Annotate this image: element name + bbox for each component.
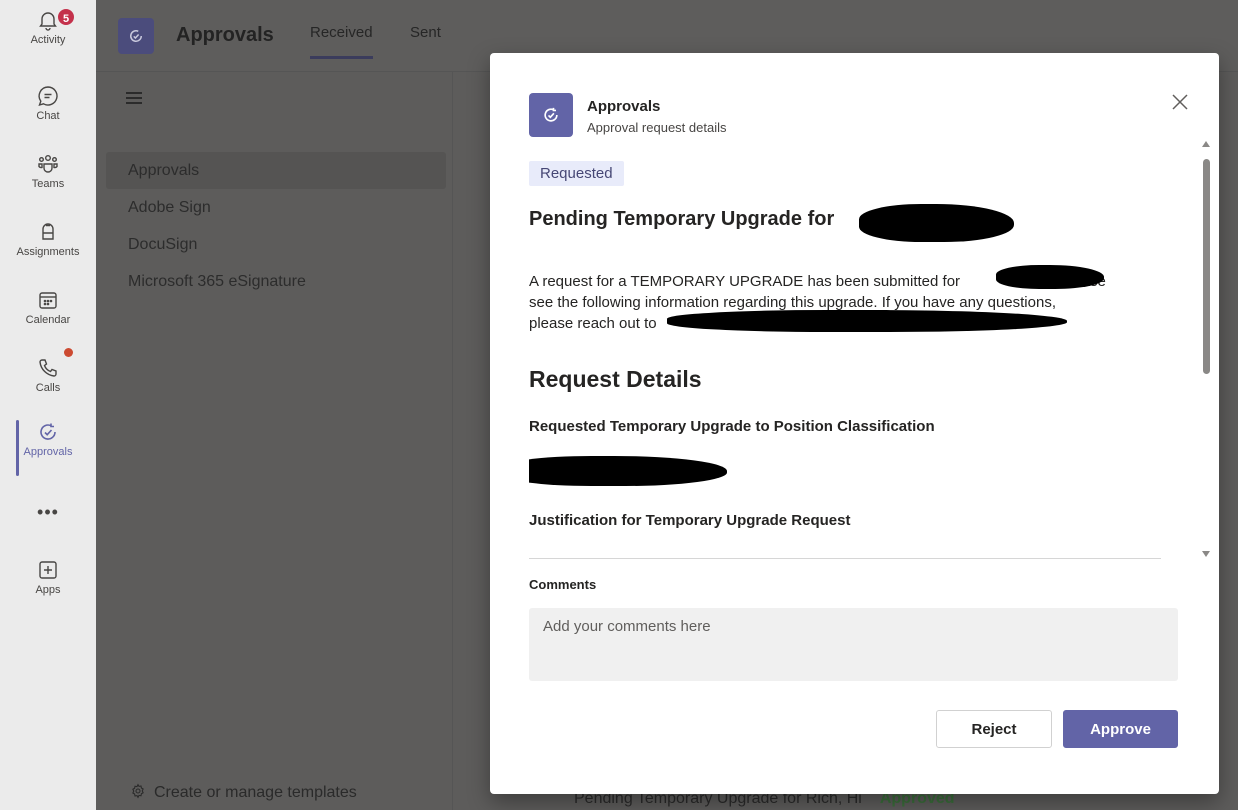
- phone-icon: [39, 359, 57, 377]
- assignments-icon: [42, 223, 54, 240]
- tab-sent[interactable]: Sent: [410, 24, 441, 41]
- sidebar-item-approvals[interactable]: Approvals: [106, 152, 446, 189]
- redaction-mark: [529, 456, 727, 486]
- apps-icon: [39, 561, 57, 579]
- rail-label: Approvals: [23, 446, 73, 458]
- calls-status-dot: [64, 348, 73, 357]
- rail-item-apps[interactable]: Apps: [0, 558, 96, 620]
- chat-icon: [38, 86, 58, 107]
- manage-templates-label: Create or manage templates: [154, 784, 357, 801]
- rail-item-teams[interactable]: Teams: [0, 152, 96, 214]
- approvals-app-logo: [529, 93, 573, 137]
- scroll-down-icon[interactable]: [1202, 551, 1210, 557]
- teams-icon: [38, 155, 58, 173]
- reject-button[interactable]: Reject: [936, 710, 1052, 748]
- comments-input[interactable]: [529, 608, 1178, 681]
- rail-label: Activity: [30, 34, 66, 46]
- sidebar-item-adobe-sign[interactable]: Adobe Sign: [106, 189, 446, 226]
- dialog-title: Approvals: [587, 98, 661, 115]
- rail-label: Chat: [36, 110, 60, 122]
- position-classification-label: Requested Temporary Upgrade to Position …: [529, 418, 935, 435]
- details-heading: Request Details: [529, 366, 702, 392]
- approvals-logo-icon: [130, 30, 143, 42]
- tab-received[interactable]: Received: [310, 24, 373, 59]
- rail-label: Assignments: [16, 246, 80, 258]
- status-badge: Requested: [529, 161, 624, 186]
- redaction-mark: [996, 265, 1104, 289]
- notification-badge: 5: [56, 7, 76, 27]
- divider: [529, 558, 1161, 559]
- approvals-icon: [40, 423, 56, 440]
- close-icon[interactable]: [1169, 91, 1191, 113]
- app-logo: [118, 18, 154, 54]
- rail-item-activity[interactable]: Activity: [0, 8, 96, 70]
- redaction-mark: [667, 310, 1067, 332]
- approval-details-dialog: Approvals Approval request details Reque…: [490, 53, 1219, 794]
- rail-item-approvals[interactable]: Approvals: [0, 420, 96, 482]
- comments-label: Comments: [529, 577, 597, 592]
- sidebar-item-m365-esignature[interactable]: Microsoft 365 eSignature: [106, 263, 446, 300]
- hamburger-menu-icon[interactable]: [126, 92, 142, 104]
- page-title: Approvals: [176, 24, 274, 46]
- rail-label: Calls: [35, 382, 61, 394]
- rail-item-calendar[interactable]: Calendar: [0, 288, 96, 350]
- scrollbar-thumb[interactable]: [1203, 159, 1210, 374]
- rail-item-calls[interactable]: Calls: [0, 356, 96, 418]
- provider-list: Approvals Adobe Sign DocuSign Microsoft …: [106, 152, 446, 300]
- request-details-scroll-area[interactable]: Requested Pending Temporary Upgrade for …: [529, 158, 1161, 608]
- more-apps-icon[interactable]: •••: [0, 502, 96, 523]
- scroll-up-icon[interactable]: [1202, 141, 1210, 147]
- rail-label: Apps: [35, 584, 61, 596]
- justification-label: Justification for Temporary Upgrade Requ…: [529, 512, 851, 529]
- redaction-mark: [859, 204, 1014, 242]
- request-heading-text: Pending Temporary Upgrade for: [529, 208, 835, 230]
- rail-item-assignments[interactable]: Assignments: [0, 220, 96, 282]
- request-heading: Pending Temporary Upgrade for: [529, 208, 834, 231]
- approvals-icon: [544, 107, 558, 122]
- calendar-icon: [39, 292, 57, 309]
- app-rail: Activity 5 Chat Teams Assignments Calend…: [0, 0, 96, 810]
- gear-icon: [132, 783, 144, 799]
- panel-divider: [452, 72, 453, 810]
- rail-item-chat[interactable]: Chat: [0, 84, 96, 146]
- manage-templates-link[interactable]: Create or manage templates: [130, 783, 357, 802]
- dialog-scrollbar[interactable]: [1201, 141, 1211, 561]
- sidebar-item-docusign[interactable]: DocuSign: [106, 226, 446, 263]
- description-line-1: A request for a TEMPORARY UPGRADE has be…: [529, 273, 961, 290]
- approve-button[interactable]: Approve: [1063, 710, 1178, 748]
- dialog-subtitle: Approval request details: [587, 120, 727, 135]
- rail-label: Calendar: [25, 314, 71, 326]
- rail-label: Teams: [31, 178, 65, 190]
